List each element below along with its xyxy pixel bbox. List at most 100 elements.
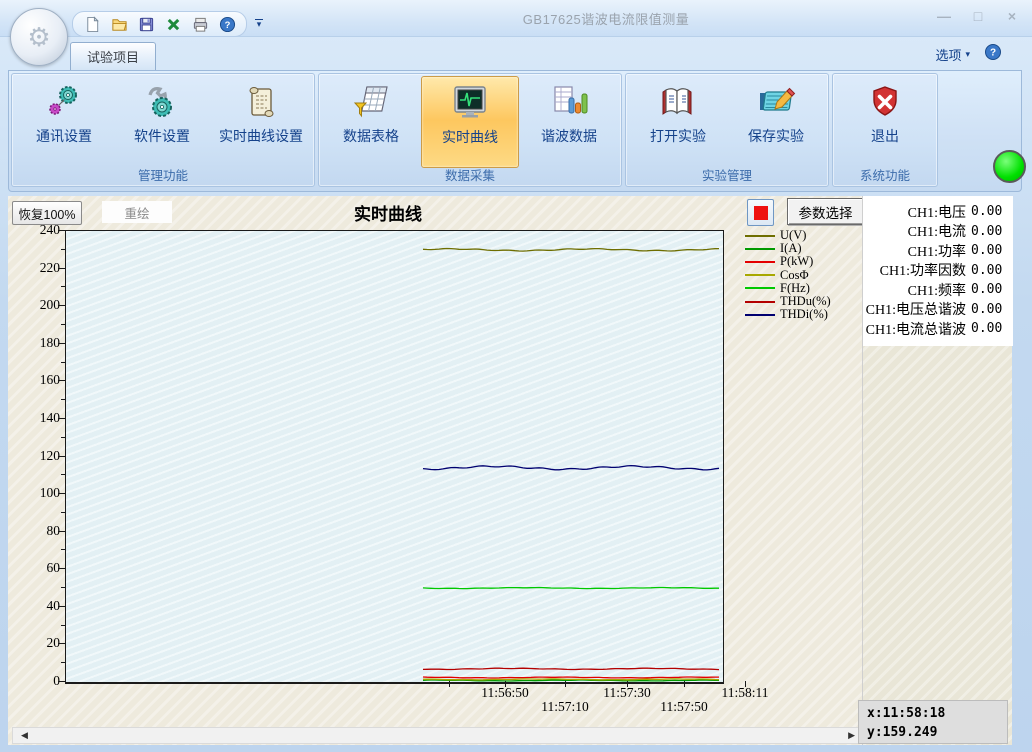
maximize-button[interactable]: □ [968, 8, 988, 24]
legend-item: I(A) [745, 242, 863, 255]
measurement-value: 0.00 [971, 204, 1013, 219]
y-axis-minor-tick [61, 399, 65, 400]
x-axis-tick [684, 681, 685, 687]
ribbon-button-label: 保存实验 [748, 126, 804, 146]
y-axis-label: 180 [14, 335, 60, 350]
y-axis-label: 200 [14, 297, 60, 312]
horizontal-scrollbar[interactable]: ◀ ▶ [12, 727, 864, 744]
tab-test-items[interactable]: 试验项目 [70, 42, 156, 70]
y-axis-tick [58, 230, 65, 231]
measurement-label: CH1:电流总谐波 [863, 319, 966, 339]
y-axis-minor-tick [61, 437, 65, 438]
new-document-icon[interactable] [83, 15, 101, 33]
print-icon[interactable] [191, 15, 209, 33]
measurement-row: CH1:电压总谐波0.00 [863, 300, 1013, 320]
close-button[interactable]: × [1002, 8, 1022, 24]
open-file-icon[interactable] [110, 15, 128, 33]
measurements-list: CH1:电压0.00CH1:电流0.00CH1:功率0.00CH1:功率因数0.… [863, 196, 1013, 346]
y-axis-minor-tick [61, 474, 65, 475]
measurement-row: CH1:功率 0.00 [863, 241, 1013, 261]
svg-text:?: ? [224, 19, 230, 30]
svg-text:?: ? [990, 48, 996, 59]
legend-line-swatch [745, 261, 775, 263]
chart-title: 实时曲线 [288, 200, 488, 225]
ribbon-group-label: 实验管理 [626, 168, 828, 186]
ribbon-button-exit[interactable]: 退出 [837, 76, 933, 168]
measurement-row: CH1:频率0.00 [863, 280, 1013, 300]
y-axis-label: 220 [14, 260, 60, 275]
y-axis-tick [58, 493, 65, 494]
ribbon-button-data-table[interactable]: 数据表格 [323, 76, 419, 168]
application-menu-button[interactable]: ⚙ [10, 8, 68, 66]
legend-line-swatch [745, 274, 775, 276]
series-CosΦ [423, 679, 719, 680]
minimize-button[interactable]: — [934, 8, 954, 24]
chevron-down-icon: ▾ [965, 49, 970, 60]
measurement-value: 0.00 [971, 243, 1013, 258]
x-axis-tick [449, 681, 450, 687]
y-axis-label: 100 [14, 485, 60, 500]
measurement-value: 0.00 [971, 224, 1013, 239]
ribbon-group-label: 数据采集 [319, 168, 621, 186]
y-axis-minor-tick [61, 362, 65, 363]
measurements-panel: CH1:电压0.00CH1:电流0.00CH1:功率0.00CH1:功率因数0.… [862, 196, 1012, 745]
ribbon-button-save-experiment[interactable]: 保存实验 [728, 76, 824, 168]
measurement-row: CH1:电压 0.00 [863, 202, 1013, 222]
open-experiment-icon [658, 81, 698, 123]
y-axis-minor-tick [61, 512, 65, 513]
y-axis-minor-tick [61, 249, 65, 250]
measurement-label: CH1:电压总谐波 [863, 299, 966, 319]
scroll-right-icon[interactable]: ▶ [848, 729, 855, 742]
ribbon-button-label: 实时曲线 [442, 127, 498, 147]
x-axis-label: 11:57:10 [541, 699, 589, 715]
y-axis-tick [58, 305, 65, 306]
customize-toolbar-icon[interactable]: ▾ [250, 13, 268, 33]
legend-label: THDi(%) [780, 307, 828, 322]
data-table-icon [351, 81, 391, 123]
y-axis-minor-tick [61, 625, 65, 626]
legend-item: F(Hz) [745, 282, 863, 295]
software-settings-icon [142, 81, 182, 123]
ribbon-group: 通讯设置软件设置实时曲线设置管理功能 [11, 73, 315, 187]
ribbon-group: 数据表格实时曲线 谐波数据数据采集 [318, 73, 622, 187]
y-axis-minor-tick [61, 662, 65, 663]
legend-line-swatch [745, 301, 775, 303]
stop-square-icon [754, 206, 768, 220]
excel-export-icon[interactable] [164, 15, 182, 33]
y-axis-label: 40 [14, 598, 60, 613]
options-menu[interactable]: 选项▾ [935, 45, 970, 64]
y-axis-tick [58, 418, 65, 419]
params-select-button[interactable]: 参数选择 [787, 198, 864, 225]
y-axis-tick [58, 380, 65, 381]
measurement-row: CH1:功率因数0.00 [863, 261, 1013, 281]
measurement-label: CH1:功率 [863, 241, 966, 261]
ribbon-group-label: 管理功能 [12, 168, 314, 186]
help-icon[interactable]: ? [218, 15, 236, 33]
measurement-row: CH1:电流总谐波 0.00 [863, 319, 1013, 339]
ribbon-button-software-settings[interactable]: 软件设置 [114, 76, 210, 168]
legend-item: THDi(%) [745, 308, 863, 321]
redraw-button[interactable]: 重绘 [102, 201, 172, 223]
save-icon[interactable] [137, 15, 155, 33]
measurement-value: 0.00 [971, 263, 1013, 278]
legend-line-swatch [745, 235, 775, 237]
scroll-left-icon[interactable]: ◀ [21, 729, 28, 742]
ribbon-button-harmonic-data[interactable]: 谐波数据 [521, 76, 617, 168]
stop-button[interactable] [747, 199, 774, 226]
realtime-curve-icon [450, 82, 490, 124]
y-axis-tick [58, 456, 65, 457]
help-button[interactable]: ? [984, 43, 1002, 61]
measurement-label: CH1:电流 [863, 221, 966, 241]
ribbon-button-open-experiment[interactable]: 打开实验 [630, 76, 726, 168]
measurement-value: 0.00 [971, 321, 1013, 336]
measurement-label: CH1:电压 [863, 202, 966, 222]
plot-area[interactable] [65, 230, 724, 684]
cursor-readout: x:11:58:18 y:159.249 [858, 700, 1008, 744]
measurement-row: CH1:电流 0.00 [863, 222, 1013, 242]
chart-panel: 恢复100% 重绘 实时曲线 参数选择 U(V)I(A)P(kW)CosΦF(H… [8, 196, 862, 745]
series-F(Hz) [423, 588, 719, 589]
ribbon-button-comm-settings[interactable]: 通讯设置 [16, 76, 112, 168]
ribbon-button-realtime-curve[interactable]: 实时曲线 [421, 76, 519, 168]
y-axis-minor-tick [61, 587, 65, 588]
ribbon-button-curve-settings[interactable]: 实时曲线设置 [212, 76, 310, 168]
